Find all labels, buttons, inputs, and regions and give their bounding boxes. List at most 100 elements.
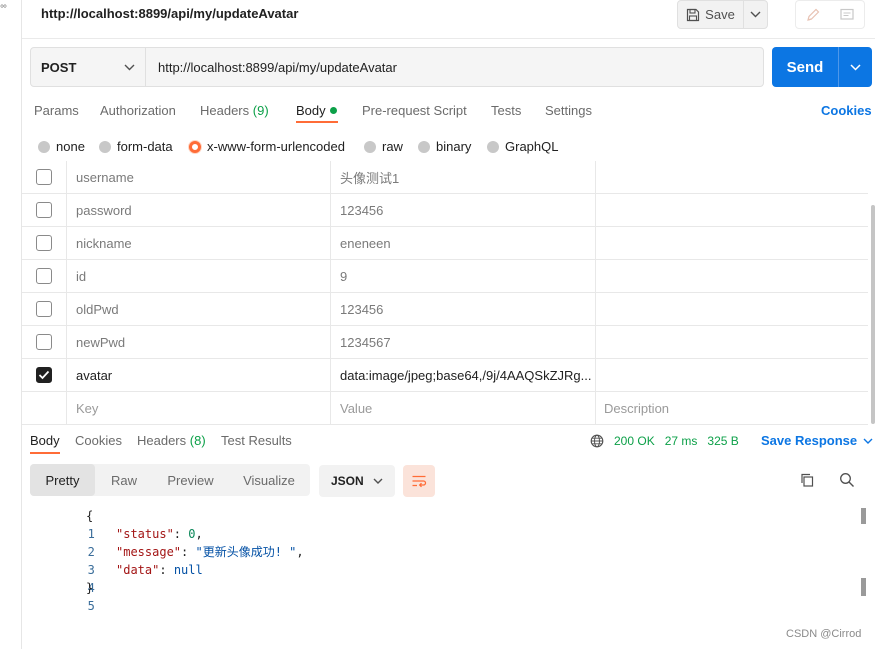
line-number: 5 — [87, 599, 95, 613]
active-dot-icon — [329, 107, 337, 114]
param-value[interactable]: 9 — [331, 260, 596, 292]
description-placeholder[interactable]: Description — [596, 392, 868, 424]
json-key: "status" — [116, 527, 174, 541]
param-description[interactable] — [596, 293, 868, 325]
radio-icon — [364, 141, 376, 153]
radio-selected-icon — [189, 141, 201, 153]
save-options-button[interactable] — [744, 1, 767, 28]
response-tab-body[interactable]: Body — [30, 433, 60, 449]
format-select[interactable]: JSON — [319, 465, 395, 497]
chevron-down-icon — [124, 64, 135, 70]
send-button[interactable]: Send — [772, 47, 839, 87]
param-key[interactable]: password — [67, 194, 331, 226]
code-scrollbar-bottom[interactable] — [861, 578, 866, 596]
comments-button[interactable] — [830, 1, 864, 28]
row-checkbox[interactable] — [36, 235, 52, 251]
row-checkbox[interactable] — [36, 301, 52, 317]
param-key[interactable]: username — [67, 161, 331, 193]
row-checkbox-cell — [22, 293, 67, 325]
response-tab-headers[interactable]: Headers (8) — [137, 433, 206, 449]
radio-icon — [487, 141, 499, 153]
tab-body[interactable]: Body — [296, 103, 337, 119]
row-checkbox[interactable] — [36, 169, 52, 185]
request-title[interactable]: http://localhost:8899/api/my/updateAvata… — [41, 6, 298, 22]
param-key[interactable]: newPwd — [67, 326, 331, 358]
json-punct: , — [195, 527, 203, 541]
view-pretty[interactable]: Pretty — [30, 464, 95, 496]
radio-graphql[interactable]: GraphQL — [487, 139, 558, 155]
radio-form-data[interactable]: form-data — [99, 139, 173, 155]
response-meta: 200 OK 27 ms 325 B — [590, 433, 739, 449]
response-time[interactable]: 27 ms — [665, 433, 698, 449]
radio-x-www-form-urlencoded[interactable]: x-www-form-urlencoded — [189, 139, 345, 155]
row-checkbox[interactable] — [36, 268, 52, 284]
response-tab-cookies[interactable]: Cookies — [75, 433, 122, 449]
chevron-down-icon — [863, 438, 873, 444]
param-value[interactable]: 123456 — [331, 293, 596, 325]
table-row: password 123456 — [22, 194, 868, 227]
key-placeholder[interactable]: Key — [67, 392, 331, 424]
view-raw[interactable]: Raw — [95, 464, 153, 496]
view-preview[interactable]: Preview — [153, 464, 228, 496]
code-scrollbar-top[interactable] — [861, 508, 866, 524]
param-description[interactable] — [596, 326, 868, 358]
param-value[interactable]: 1234567 — [331, 326, 596, 358]
globe-icon[interactable] — [590, 434, 604, 448]
tab-tests[interactable]: Tests — [491, 103, 521, 119]
row-checkbox-cell — [22, 326, 67, 358]
response-size[interactable]: 325 B — [707, 433, 738, 449]
edit-button[interactable] — [796, 1, 830, 28]
param-key[interactable]: avatar — [67, 359, 331, 391]
param-description[interactable] — [596, 359, 868, 391]
save-response-button[interactable]: Save Response — [761, 433, 873, 448]
tab-headers[interactable]: Headers (9) — [200, 103, 269, 119]
more-dots-icon[interactable]: °° — [0, 4, 7, 15]
row-checkbox[interactable] — [36, 202, 52, 218]
param-value[interactable]: 123456 — [331, 194, 596, 226]
send-options-button[interactable] — [839, 47, 872, 87]
param-description[interactable] — [596, 194, 868, 226]
table-row: oldPwd 123456 — [22, 293, 868, 326]
param-key[interactable]: id — [67, 260, 331, 292]
code-line: 4 "data": null — [30, 561, 203, 595]
status-code[interactable]: 200 OK — [614, 433, 655, 449]
active-tab-indicator — [296, 121, 338, 123]
radio-binary[interactable]: binary — [418, 139, 471, 155]
param-description[interactable] — [596, 161, 868, 193]
cookies-link[interactable]: Cookies — [821, 103, 872, 118]
response-tab-test-results[interactable]: Test Results — [221, 433, 292, 449]
chevron-down-icon — [373, 478, 383, 484]
tab-authorization[interactable]: Authorization — [100, 103, 176, 119]
param-description[interactable] — [596, 227, 868, 259]
param-value[interactable]: 头像测试1 — [331, 161, 596, 193]
format-label: JSON — [331, 474, 364, 488]
tab-pre-request-script[interactable]: Pre-request Script — [362, 103, 467, 119]
row-checkbox-checked[interactable] — [36, 367, 52, 383]
method-select[interactable]: POST — [30, 47, 146, 87]
param-value[interactable]: eneneen — [331, 227, 596, 259]
row-checkbox[interactable] — [36, 334, 52, 350]
params-scrollbar-thumb[interactable] — [871, 205, 875, 424]
save-button[interactable]: Save — [678, 1, 744, 28]
param-key[interactable]: oldPwd — [67, 293, 331, 325]
value-placeholder[interactable]: Value — [331, 392, 596, 424]
view-visualize[interactable]: Visualize — [228, 464, 310, 496]
radio-label: raw — [382, 139, 403, 154]
json-key: "data" — [116, 563, 160, 577]
table-row: avatar data:image/jpeg;base64,/9j/4AAQSk… — [22, 359, 868, 392]
code-line: 1 { — [30, 507, 95, 541]
wrap-lines-button[interactable] — [403, 465, 435, 497]
tab-body-label: Body — [296, 103, 326, 118]
code-line: 5 } — [30, 579, 95, 613]
search-button[interactable] — [839, 472, 855, 491]
radio-none[interactable]: none — [38, 139, 85, 155]
param-description[interactable] — [596, 260, 868, 292]
url-input[interactable]: http://localhost:8899/api/my/updateAvata… — [145, 47, 764, 87]
tab-settings[interactable]: Settings — [545, 103, 592, 119]
param-key[interactable]: nickname — [67, 227, 331, 259]
radio-raw[interactable]: raw — [364, 139, 403, 155]
tab-params[interactable]: Params — [34, 103, 79, 119]
param-value[interactable]: data:image/jpeg;base64,/9j/4AAQSkZJRg... — [331, 359, 596, 391]
search-icon — [840, 473, 854, 487]
copy-button[interactable] — [799, 472, 815, 491]
